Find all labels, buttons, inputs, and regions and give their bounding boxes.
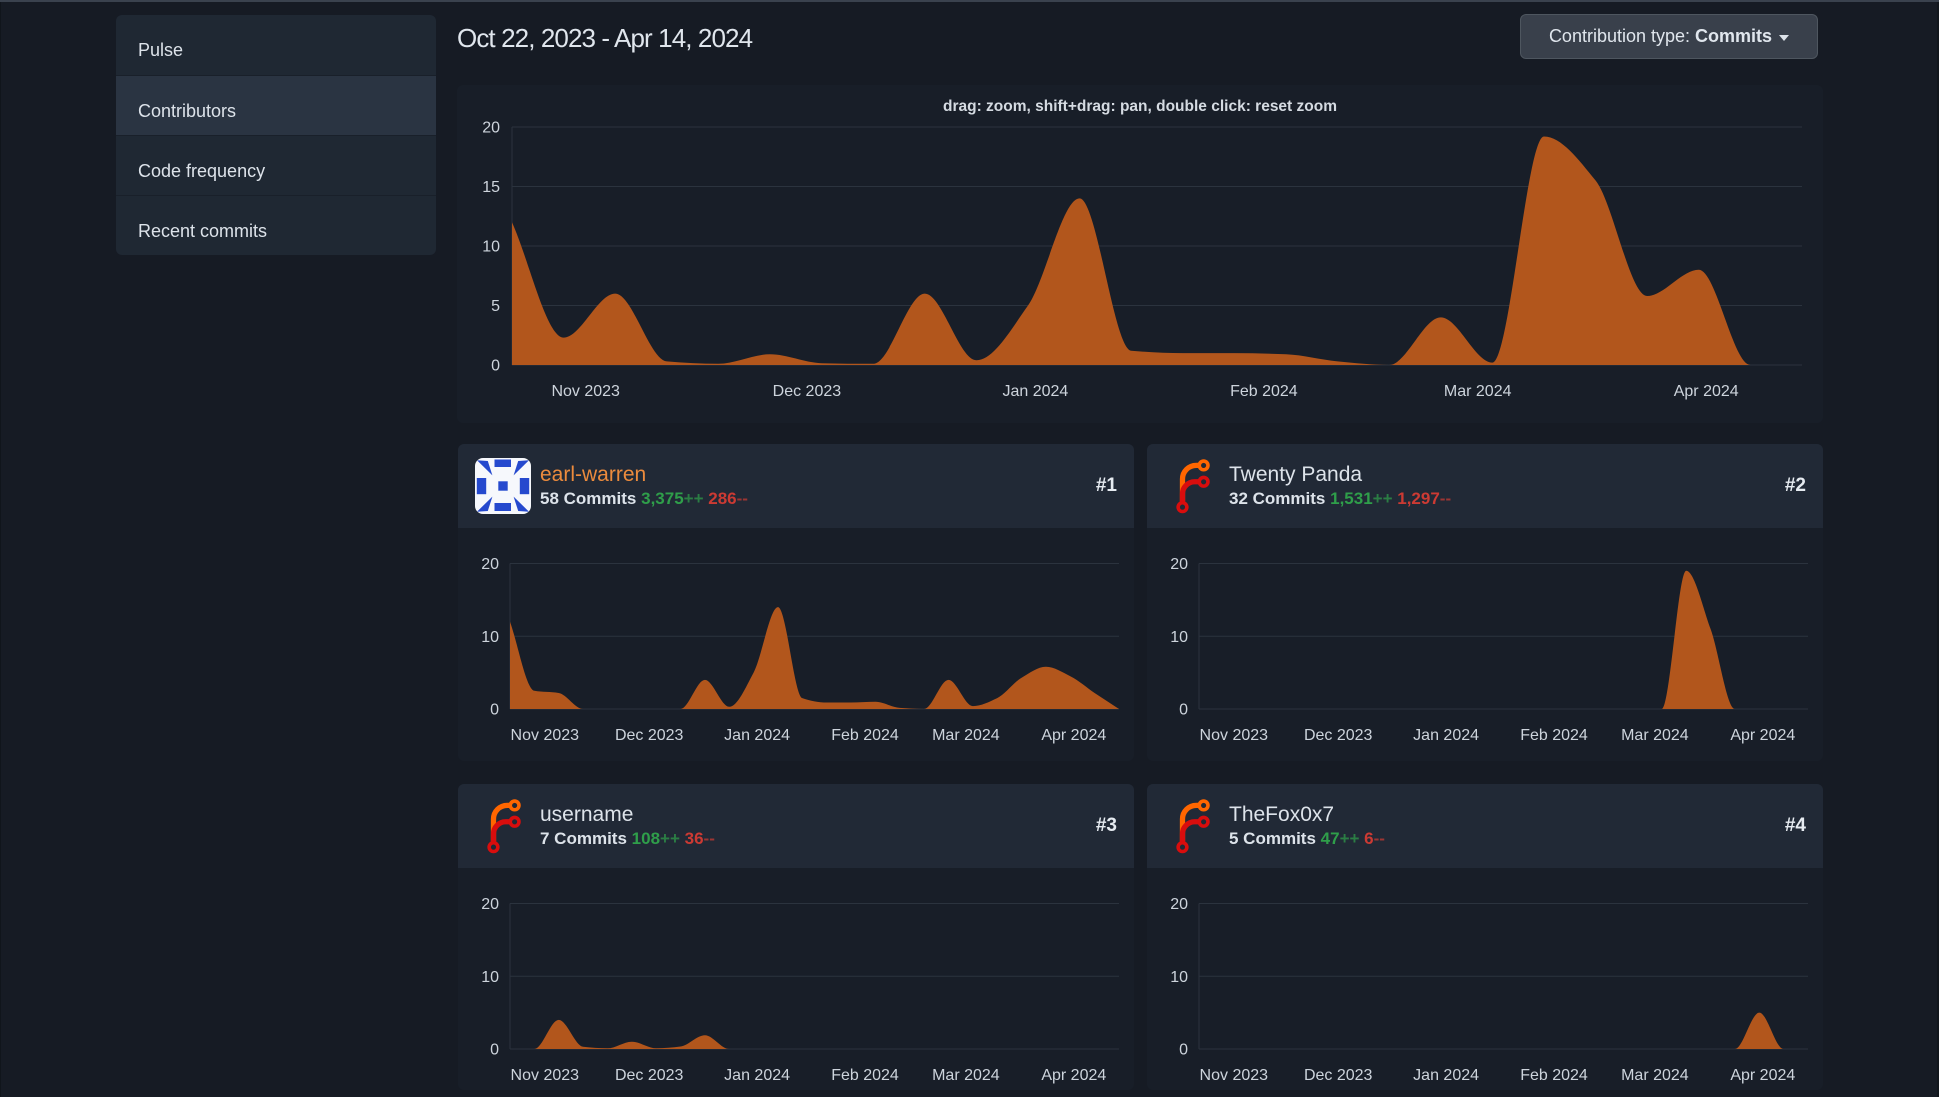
svg-text:Feb 2024: Feb 2024 bbox=[831, 1067, 899, 1084]
svg-text:10: 10 bbox=[1170, 969, 1188, 986]
svg-text:Mar 2024: Mar 2024 bbox=[1621, 727, 1689, 744]
svg-text:Apr 2024: Apr 2024 bbox=[1041, 727, 1106, 744]
svg-text:Nov 2023: Nov 2023 bbox=[511, 1067, 580, 1084]
svg-text:Nov 2023: Nov 2023 bbox=[1200, 727, 1269, 744]
svg-text:10: 10 bbox=[482, 239, 500, 256]
svg-text:Nov 2023: Nov 2023 bbox=[1200, 1067, 1269, 1084]
svg-text:10: 10 bbox=[481, 969, 499, 986]
svg-text:10: 10 bbox=[1170, 629, 1188, 646]
svg-text:20: 20 bbox=[1170, 896, 1188, 913]
svg-text:Dec 2023: Dec 2023 bbox=[1304, 727, 1373, 744]
svg-text:Mar 2024: Mar 2024 bbox=[1621, 1067, 1689, 1084]
svg-text:Mar 2024: Mar 2024 bbox=[932, 727, 1000, 744]
svg-text:0: 0 bbox=[490, 1042, 499, 1059]
svg-text:Apr 2024: Apr 2024 bbox=[1041, 1067, 1106, 1084]
svg-text:Jan 2024: Jan 2024 bbox=[1413, 1067, 1479, 1084]
svg-text:Apr 2024: Apr 2024 bbox=[1674, 383, 1739, 400]
svg-text:15: 15 bbox=[482, 179, 500, 196]
svg-text:0: 0 bbox=[1179, 702, 1188, 719]
svg-text:Feb 2024: Feb 2024 bbox=[1520, 1067, 1588, 1084]
svg-text:Dec 2023: Dec 2023 bbox=[1304, 1067, 1373, 1084]
svg-text:20: 20 bbox=[1170, 556, 1188, 573]
svg-text:5: 5 bbox=[491, 298, 500, 315]
svg-text:Feb 2024: Feb 2024 bbox=[1520, 727, 1588, 744]
svg-text:Jan 2024: Jan 2024 bbox=[724, 1067, 790, 1084]
svg-text:0: 0 bbox=[490, 702, 499, 719]
svg-text:Mar 2024: Mar 2024 bbox=[932, 1067, 1000, 1084]
svg-text:10: 10 bbox=[481, 629, 499, 646]
svg-text:Apr 2024: Apr 2024 bbox=[1730, 727, 1795, 744]
svg-text:Jan 2024: Jan 2024 bbox=[724, 727, 790, 744]
svg-text:Dec 2023: Dec 2023 bbox=[615, 1067, 684, 1084]
svg-text:20: 20 bbox=[481, 556, 499, 573]
svg-text:20: 20 bbox=[481, 896, 499, 913]
svg-text:0: 0 bbox=[1179, 1042, 1188, 1059]
svg-text:Dec 2023: Dec 2023 bbox=[773, 383, 842, 400]
svg-text:Apr 2024: Apr 2024 bbox=[1730, 1067, 1795, 1084]
svg-text:Jan 2024: Jan 2024 bbox=[1002, 383, 1068, 400]
svg-text:Nov 2023: Nov 2023 bbox=[511, 727, 580, 744]
svg-text:drag: zoom, shift+drag: pan, d: drag: zoom, shift+drag: pan, double clic… bbox=[943, 98, 1337, 115]
svg-text:Jan 2024: Jan 2024 bbox=[1413, 727, 1479, 744]
svg-text:0: 0 bbox=[491, 358, 500, 375]
svg-text:20: 20 bbox=[482, 120, 500, 137]
svg-text:Dec 2023: Dec 2023 bbox=[615, 727, 684, 744]
svg-text:Feb 2024: Feb 2024 bbox=[831, 727, 899, 744]
svg-text:Feb 2024: Feb 2024 bbox=[1230, 383, 1298, 400]
svg-text:Nov 2023: Nov 2023 bbox=[551, 383, 620, 400]
svg-text:Mar 2024: Mar 2024 bbox=[1444, 383, 1512, 400]
